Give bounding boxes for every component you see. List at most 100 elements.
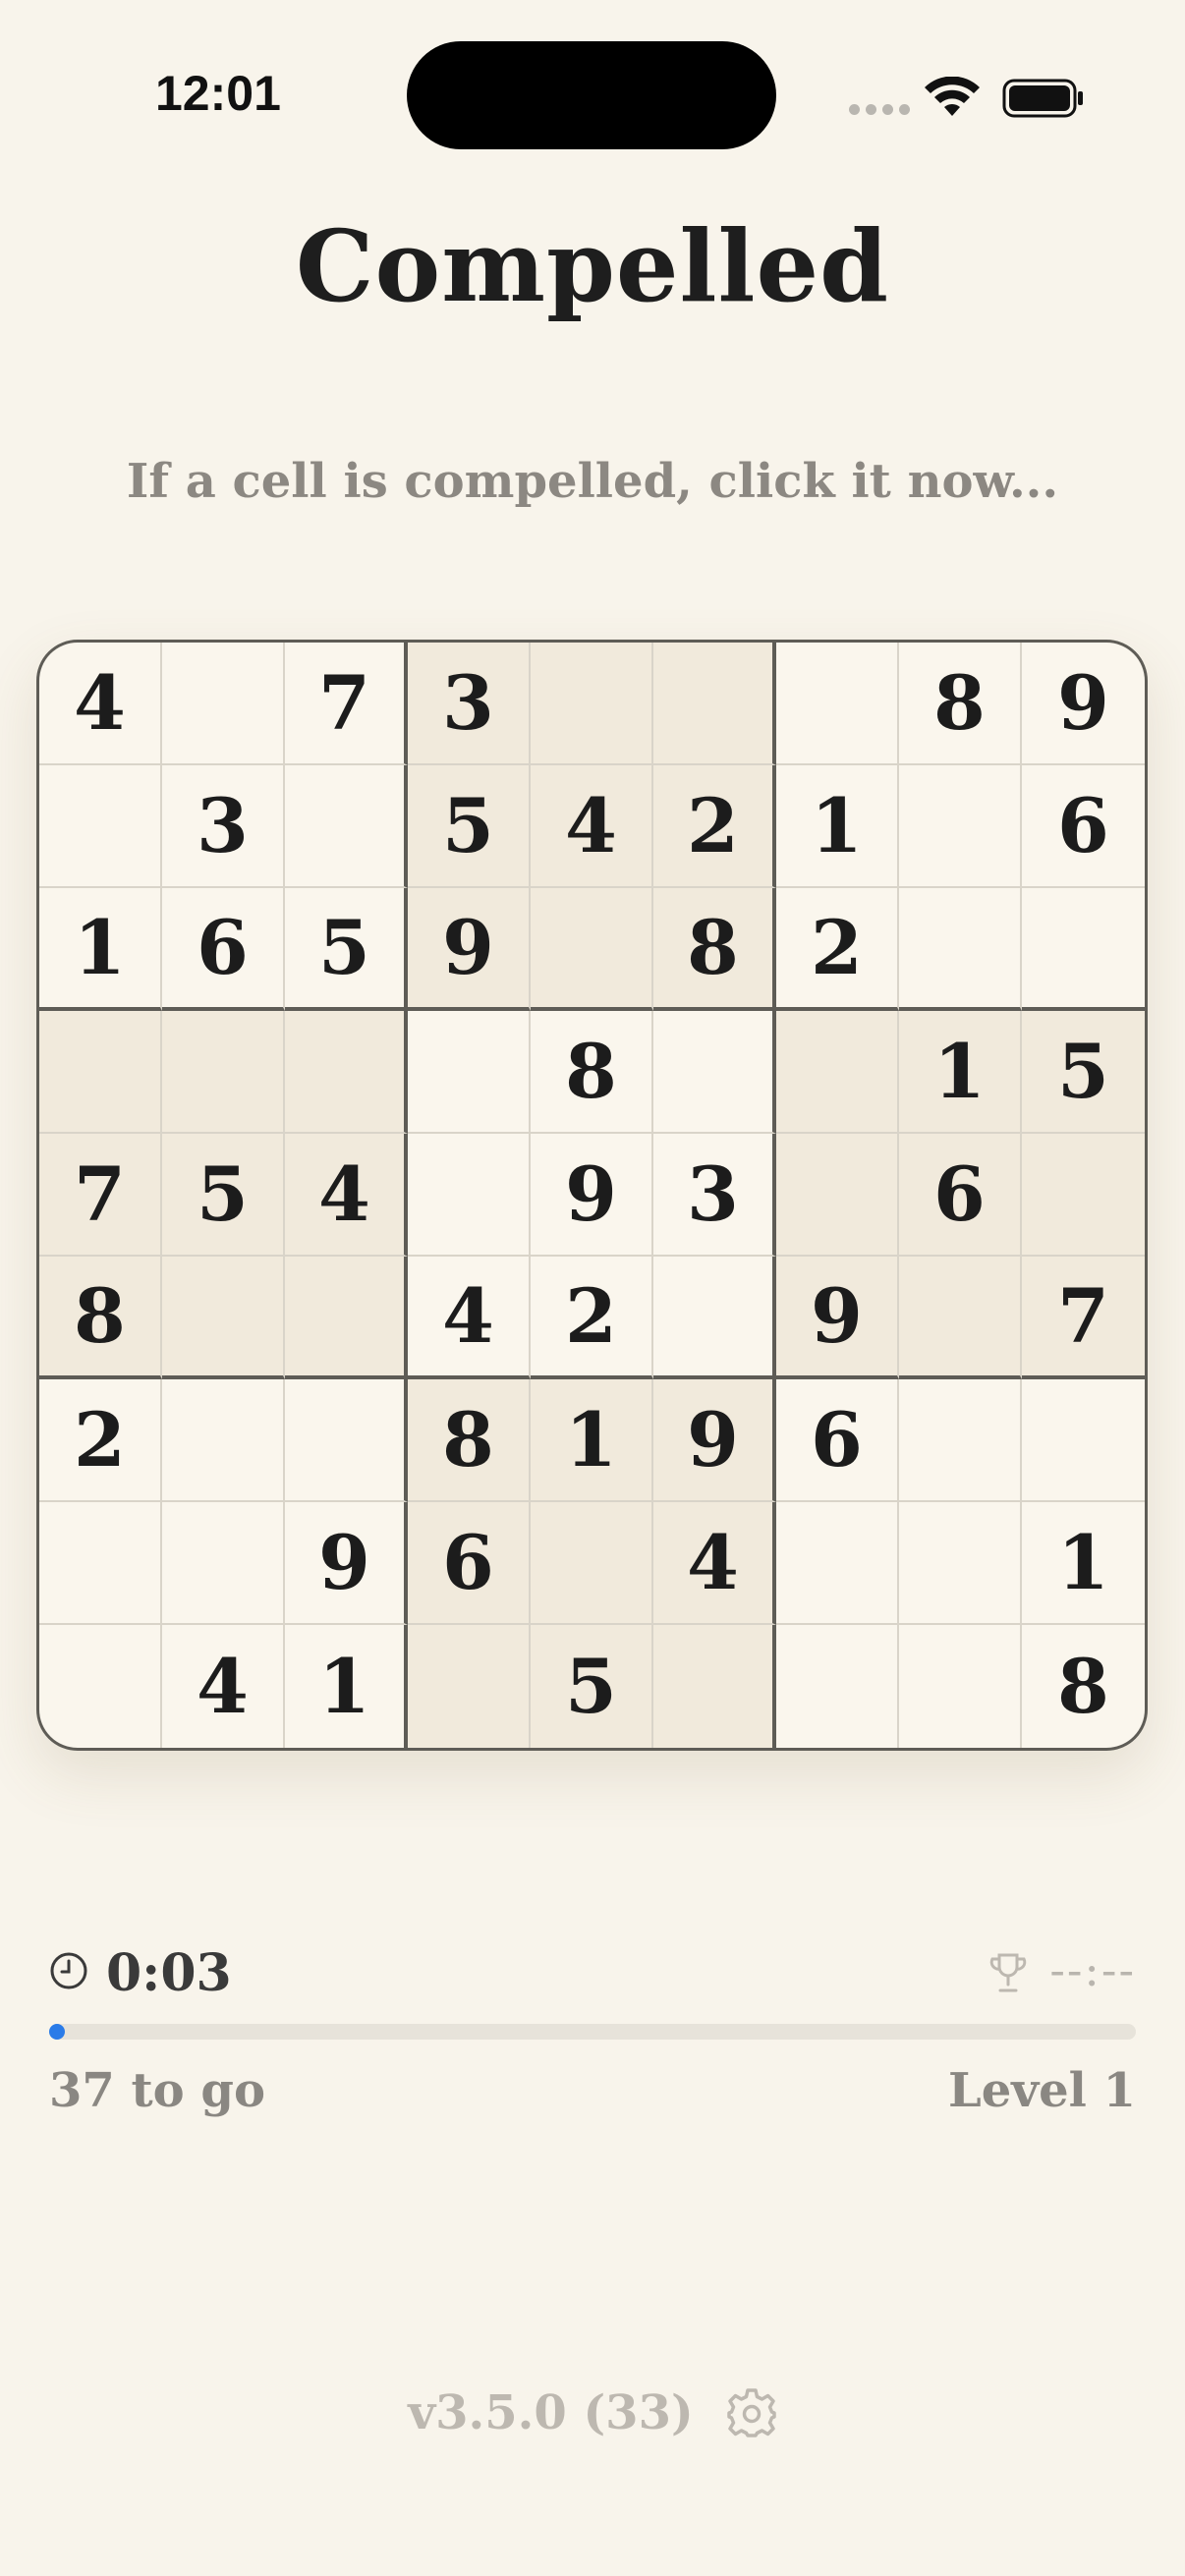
clock-icon bbox=[50, 1952, 87, 1989]
sudoku-cell-r3-c3[interactable]: 5 bbox=[285, 888, 408, 1011]
sudoku-cell-r4-c1[interactable] bbox=[39, 1011, 162, 1134]
gear-icon[interactable] bbox=[726, 2387, 777, 2438]
version-label: v3.5.0 (33) bbox=[408, 2385, 694, 2440]
elapsed-time: 0:03 bbox=[106, 1943, 232, 2003]
sudoku-cell-r1-c6[interactable] bbox=[653, 643, 776, 765]
battery-icon bbox=[1002, 79, 1083, 118]
sudoku-cell-r4-c9[interactable]: 5 bbox=[1022, 1011, 1145, 1134]
sudoku-cell-r4-c2[interactable] bbox=[162, 1011, 285, 1134]
sudoku-cell-r4-c4[interactable] bbox=[408, 1011, 531, 1134]
sudoku-cell-r1-c9[interactable]: 9 bbox=[1022, 643, 1145, 765]
best-time: --:-- bbox=[1049, 1943, 1136, 1996]
sudoku-cell-r8-c1[interactable] bbox=[39, 1502, 162, 1625]
sudoku-board: 4738935421616598281575493684297281969641… bbox=[36, 640, 1148, 1751]
sudoku-cell-r8-c8[interactable] bbox=[899, 1502, 1022, 1625]
sudoku-cell-r5-c9[interactable] bbox=[1022, 1134, 1145, 1257]
sudoku-cell-r3-c5[interactable] bbox=[531, 888, 653, 1011]
sudoku-cell-r8-c3[interactable]: 9 bbox=[285, 1502, 408, 1625]
sudoku-cell-r8-c9[interactable]: 1 bbox=[1022, 1502, 1145, 1625]
signal-icon bbox=[849, 104, 910, 115]
sudoku-cell-r1-c8[interactable]: 8 bbox=[899, 643, 1022, 765]
dynamic-island bbox=[407, 41, 776, 149]
sudoku-cell-r4-c6[interactable] bbox=[653, 1011, 776, 1134]
sudoku-cell-r2-c2[interactable]: 3 bbox=[162, 765, 285, 888]
sudoku-cell-r6-c2[interactable] bbox=[162, 1257, 285, 1379]
sudoku-cell-r2-c8[interactable] bbox=[899, 765, 1022, 888]
sudoku-cell-r5-c6[interactable]: 3 bbox=[653, 1134, 776, 1257]
sudoku-cell-r9-c2[interactable]: 4 bbox=[162, 1625, 285, 1748]
sudoku-cell-r7-c3[interactable] bbox=[285, 1379, 408, 1502]
sudoku-cell-r9-c9[interactable]: 8 bbox=[1022, 1625, 1145, 1748]
sudoku-cell-r3-c2[interactable]: 6 bbox=[162, 888, 285, 1011]
sudoku-cell-r8-c2[interactable] bbox=[162, 1502, 285, 1625]
sudoku-cell-r2-c9[interactable]: 6 bbox=[1022, 765, 1145, 888]
sudoku-cell-r4-c3[interactable] bbox=[285, 1011, 408, 1134]
sudoku-cell-r8-c6[interactable]: 4 bbox=[653, 1502, 776, 1625]
sudoku-cell-r1-c3[interactable]: 7 bbox=[285, 643, 408, 765]
sudoku-cell-r5-c8[interactable]: 6 bbox=[899, 1134, 1022, 1257]
sudoku-cell-r9-c5[interactable]: 5 bbox=[531, 1625, 653, 1748]
sudoku-cell-r2-c3[interactable] bbox=[285, 765, 408, 888]
sudoku-cell-r5-c1[interactable]: 7 bbox=[39, 1134, 162, 1257]
version-row: v3.5.0 (33) bbox=[0, 2385, 1185, 2440]
sudoku-cell-r1-c5[interactable] bbox=[531, 643, 653, 765]
sudoku-cell-r9-c4[interactable] bbox=[408, 1625, 531, 1748]
sudoku-cell-r4-c5[interactable]: 8 bbox=[531, 1011, 653, 1134]
sudoku-cell-r5-c3[interactable]: 4 bbox=[285, 1134, 408, 1257]
sudoku-cell-r6-c8[interactable] bbox=[899, 1257, 1022, 1379]
sudoku-cell-r1-c2[interactable] bbox=[162, 643, 285, 765]
sudoku-cell-r8-c5[interactable] bbox=[531, 1502, 653, 1625]
sudoku-cell-r4-c8[interactable]: 1 bbox=[899, 1011, 1022, 1134]
sudoku-cell-r8-c7[interactable] bbox=[776, 1502, 899, 1625]
sudoku-cell-r9-c6[interactable] bbox=[653, 1625, 776, 1748]
timer-row: 0:03 --:-- bbox=[49, 1943, 1136, 2003]
sudoku-cell-r7-c6[interactable]: 9 bbox=[653, 1379, 776, 1502]
progress-fill bbox=[49, 2024, 65, 2040]
sudoku-cell-r3-c9[interactable] bbox=[1022, 888, 1145, 1011]
sudoku-cell-r5-c5[interactable]: 9 bbox=[531, 1134, 653, 1257]
sudoku-cell-r2-c1[interactable] bbox=[39, 765, 162, 888]
sudoku-cell-r8-c4[interactable]: 6 bbox=[408, 1502, 531, 1625]
sudoku-cell-r9-c3[interactable]: 1 bbox=[285, 1625, 408, 1748]
progress-bar bbox=[49, 2024, 1136, 2040]
sudoku-cell-r7-c5[interactable]: 1 bbox=[531, 1379, 653, 1502]
sudoku-cell-r3-c7[interactable]: 2 bbox=[776, 888, 899, 1011]
status-time: 12:01 bbox=[155, 66, 281, 121]
sudoku-cell-r6-c9[interactable]: 7 bbox=[1022, 1257, 1145, 1379]
sudoku-cell-r2-c7[interactable]: 1 bbox=[776, 765, 899, 888]
app-screen: 12:01 Compelled If a cell is compelled, … bbox=[0, 0, 1185, 2576]
sudoku-cell-r4-c7[interactable] bbox=[776, 1011, 899, 1134]
sudoku-cell-r6-c6[interactable] bbox=[653, 1257, 776, 1379]
sudoku-cell-r6-c3[interactable] bbox=[285, 1257, 408, 1379]
sudoku-cell-r7-c8[interactable] bbox=[899, 1379, 1022, 1502]
sudoku-cell-r7-c9[interactable] bbox=[1022, 1379, 1145, 1502]
sudoku-cell-r9-c8[interactable] bbox=[899, 1625, 1022, 1748]
sudoku-cell-r1-c4[interactable]: 3 bbox=[408, 643, 531, 765]
sudoku-cell-r3-c6[interactable]: 8 bbox=[653, 888, 776, 1011]
sudoku-cell-r3-c4[interactable]: 9 bbox=[408, 888, 531, 1011]
instruction-text: If a cell is compelled, click it now... bbox=[126, 454, 1059, 509]
level-label: Level 1 bbox=[947, 2063, 1136, 2118]
sudoku-cell-r1-c7[interactable] bbox=[776, 643, 899, 765]
sudoku-cell-r7-c2[interactable] bbox=[162, 1379, 285, 1502]
sudoku-cell-r6-c5[interactable]: 2 bbox=[531, 1257, 653, 1379]
wifi-icon bbox=[925, 77, 980, 116]
sudoku-cell-r9-c1[interactable] bbox=[39, 1625, 162, 1748]
sudoku-cell-r2-c6[interactable]: 2 bbox=[653, 765, 776, 888]
sudoku-cell-r6-c7[interactable]: 9 bbox=[776, 1257, 899, 1379]
sudoku-cell-r5-c7[interactable] bbox=[776, 1134, 899, 1257]
sudoku-cell-r5-c4[interactable] bbox=[408, 1134, 531, 1257]
status-icons bbox=[849, 73, 1085, 120]
sudoku-cell-r3-c1[interactable]: 1 bbox=[39, 888, 162, 1011]
sudoku-cell-r2-c4[interactable]: 5 bbox=[408, 765, 531, 888]
sudoku-cell-r7-c7[interactable]: 6 bbox=[776, 1379, 899, 1502]
sudoku-cell-r7-c1[interactable]: 2 bbox=[39, 1379, 162, 1502]
sudoku-cell-r6-c1[interactable]: 8 bbox=[39, 1257, 162, 1379]
sudoku-cell-r9-c7[interactable] bbox=[776, 1625, 899, 1748]
sudoku-cell-r3-c8[interactable] bbox=[899, 888, 1022, 1011]
sudoku-cell-r5-c2[interactable]: 5 bbox=[162, 1134, 285, 1257]
sudoku-cell-r7-c4[interactable]: 8 bbox=[408, 1379, 531, 1502]
sudoku-cell-r6-c4[interactable]: 4 bbox=[408, 1257, 531, 1379]
sudoku-cell-r1-c1[interactable]: 4 bbox=[39, 643, 162, 765]
sudoku-cell-r2-c5[interactable]: 4 bbox=[531, 765, 653, 888]
